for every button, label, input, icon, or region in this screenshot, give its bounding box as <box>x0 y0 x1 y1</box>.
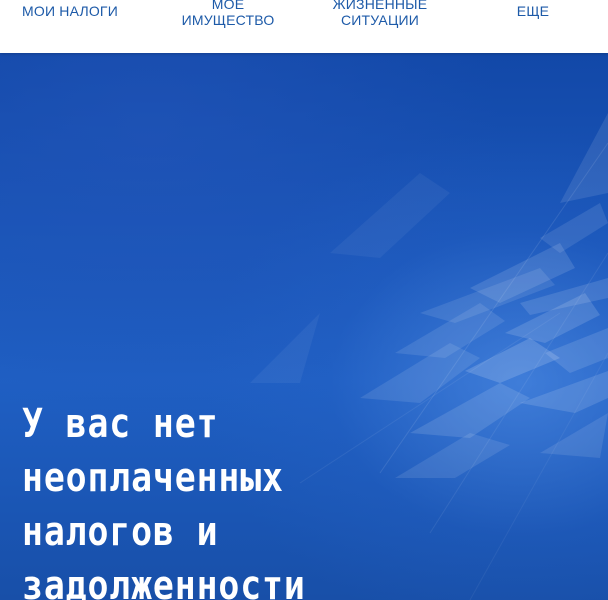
nav-my-property-label-line2: ИМУЩЕСТВО <box>181 12 275 28</box>
no-debts-headline: У вас нет неоплаченных налогов и задолже… <box>22 397 306 600</box>
nav-my-property-label-line1: МОЁ <box>211 0 245 12</box>
headline-line: задолженности <box>22 563 306 600</box>
nav-my-property[interactable]: МОЁ ИМУЩЕСТВО <box>158 0 298 28</box>
nav-life-situations-label-line1: ЖИЗНЕННЫЕ <box>332 0 428 12</box>
nav-my-taxes-label: МОИ НАЛОГИ <box>22 3 118 19</box>
hero-banner: У вас нет неоплаченных налогов и задолже… <box>0 53 608 600</box>
headline-line: налогов и <box>22 509 219 555</box>
headline-line: неоплаченных <box>22 455 284 501</box>
nav-more[interactable]: ЕЩЕ <box>463 3 603 19</box>
nav-life-situations[interactable]: ЖИЗНЕННЫЕ СИТУАЦИИ <box>310 0 450 28</box>
top-navigation: МОИ НАЛОГИ МОЁ ИМУЩЕСТВО ЖИЗНЕННЫЕ СИТУА… <box>0 0 608 53</box>
nav-my-taxes[interactable]: МОИ НАЛОГИ <box>0 3 140 19</box>
headline-line: У вас нет <box>22 401 219 447</box>
nav-more-label: ЕЩЕ <box>516 3 550 19</box>
nav-life-situations-label-line2: СИТУАЦИИ <box>340 12 420 28</box>
